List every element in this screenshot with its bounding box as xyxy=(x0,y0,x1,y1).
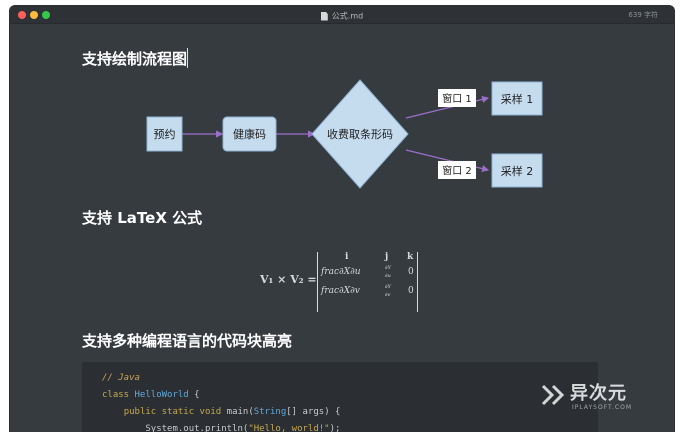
matrix-header-i: i xyxy=(345,252,349,262)
matrix-header-j: j xyxy=(385,252,389,262)
code-brace: { xyxy=(188,390,200,400)
matrix-r2c3: 0 xyxy=(408,286,414,296)
flow-label-window1-text: 窗口 1 xyxy=(442,92,472,105)
latex-formula[interactable]: V₁ × V₂ = i j k frac∂X∂u ∂Y ∂u 0 frac∂X∂… xyxy=(260,252,430,312)
code-block[interactable]: // Java class HelloWorld { public static… xyxy=(82,362,598,432)
code-line-4: System.out.println("Hello, world!"); xyxy=(102,423,340,432)
heading-latex[interactable]: 支持 LaTeX 公式 xyxy=(82,207,202,228)
editor-window: 公式.md 639 字符 支持绘制流程图 预约 健康码 收费取条形码 窗口 1 … xyxy=(10,6,674,432)
matrix-r1c2-den: ∂u xyxy=(385,273,391,279)
flow-node-sample2-label: 采样 2 xyxy=(501,164,534,178)
flow-node-health-code-label: 健康码 xyxy=(233,127,266,141)
code-keyword-class: class xyxy=(102,390,130,400)
matrix-header-k: k xyxy=(407,252,414,262)
flow-node-sample1-label: 采样 1 xyxy=(501,92,534,106)
flow-node-collect-label: 收费取条形码 xyxy=(327,127,393,141)
code-println: System.out.println( xyxy=(145,424,249,432)
code-line-1: // Java xyxy=(102,372,140,384)
watermark-cn: 异次元 xyxy=(570,383,627,404)
code-comment: // Java xyxy=(102,373,140,383)
flow-label-window2-text: 窗口 2 xyxy=(442,164,472,177)
code-method: main( xyxy=(221,407,254,417)
code-class-name: HelloWorld xyxy=(134,390,189,400)
code-line-2: class HelloWorld { xyxy=(102,389,200,401)
flow-node-reserve-label: 预约 xyxy=(154,128,176,141)
matrix-r2c2-num: ∂Y xyxy=(385,284,391,290)
heading-code[interactable]: 支持多种编程语言的代码块高亮 xyxy=(82,330,292,351)
formula-lhs: V₁ × V₂ = xyxy=(260,273,317,286)
matrix-r2c1: frac∂X∂v xyxy=(321,286,360,296)
matrix-r1c3: 0 xyxy=(408,267,414,277)
code-indent-2 xyxy=(102,424,145,432)
code-modifiers: public static void xyxy=(123,407,222,417)
iplaysoft-logo-icon xyxy=(541,384,565,406)
code-end: ); xyxy=(329,424,341,432)
code-args: [] args) { xyxy=(286,407,341,417)
watermark: 异次元 IPLAYSOFT.COM xyxy=(540,378,674,418)
code-string: "Hello, world!" xyxy=(248,424,330,432)
matrix-r1c2-num: ∂Y xyxy=(385,265,391,271)
matrix-r2c2-den: ∂v xyxy=(385,292,391,298)
code-line-3: public static void main(String[] args) { xyxy=(102,406,341,418)
determinant-left-bar xyxy=(317,252,318,312)
determinant-right-bar xyxy=(417,252,418,312)
watermark-en: IPLAYSOFT.COM xyxy=(572,404,632,411)
code-type-string: String xyxy=(253,407,287,417)
matrix-r1c1: frac∂X∂u xyxy=(321,267,361,277)
